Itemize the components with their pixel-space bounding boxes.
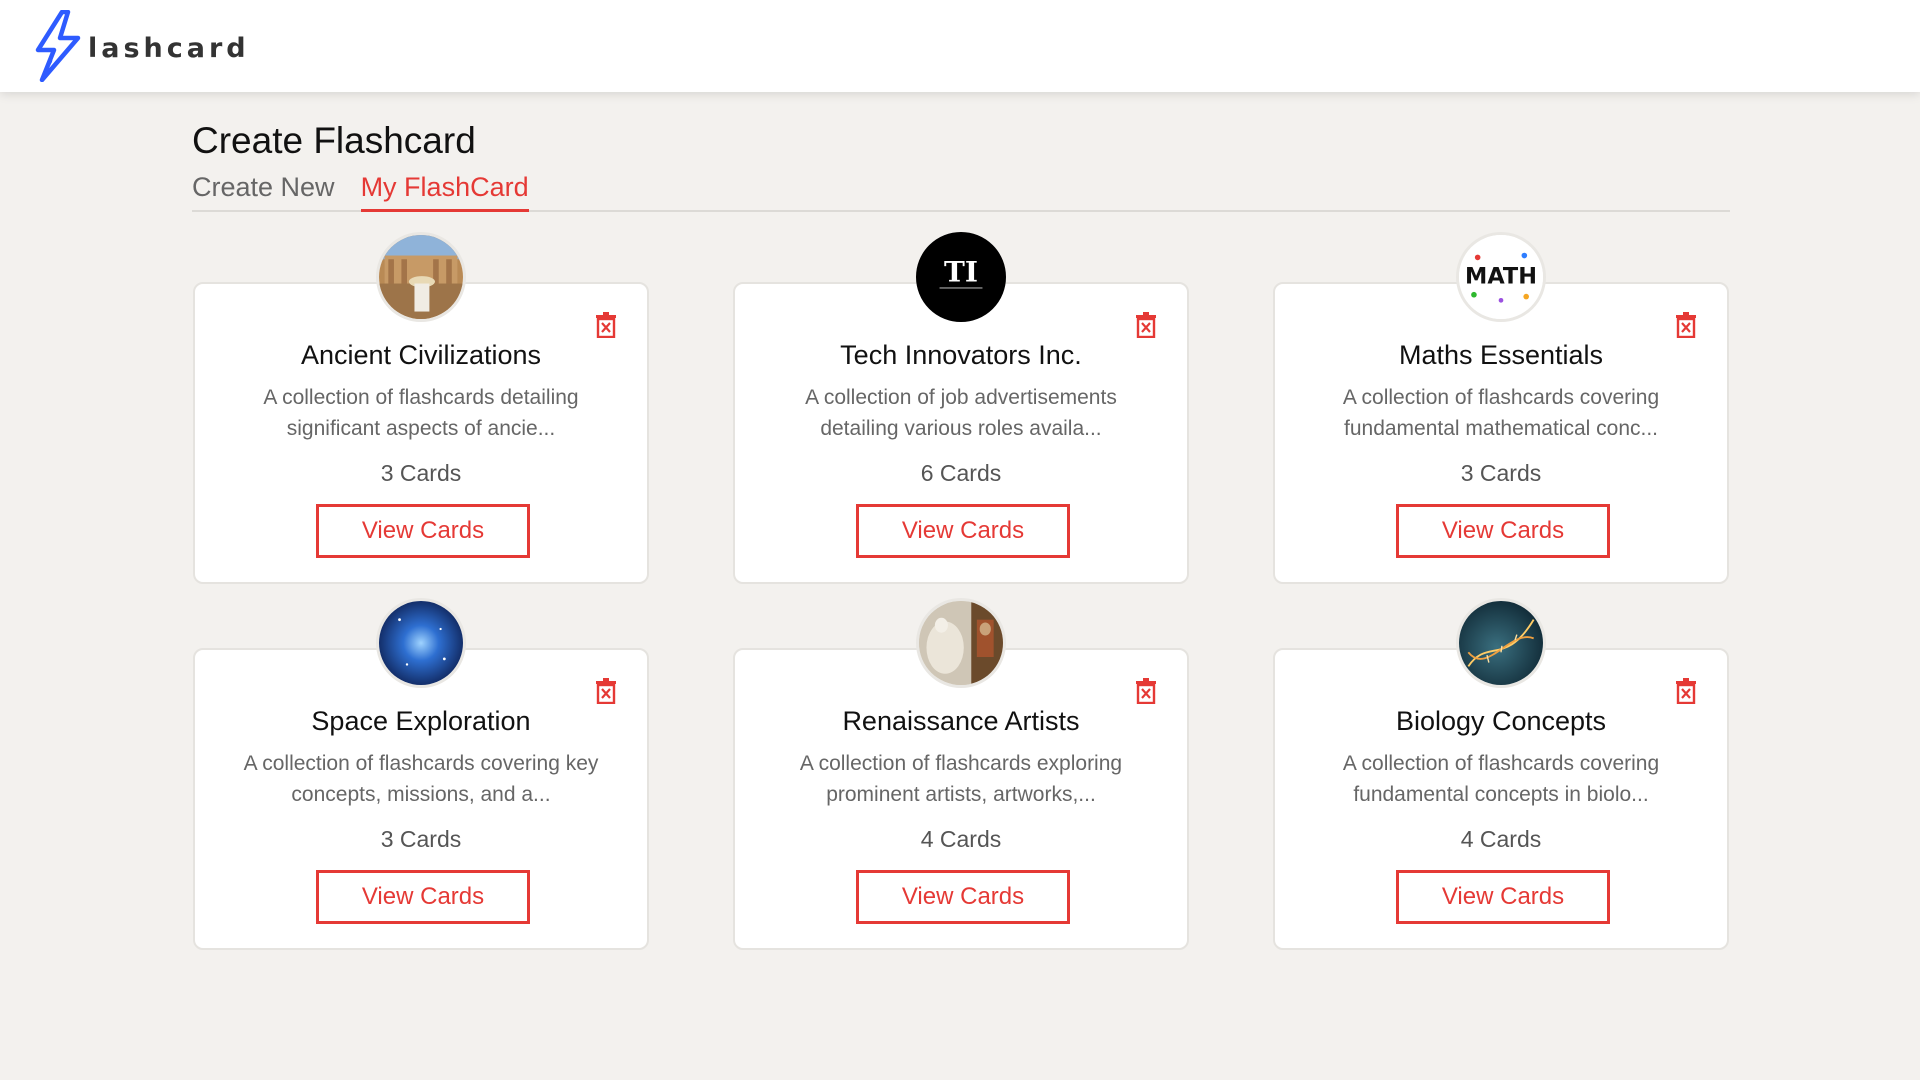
card-description: A collection of flashcards exploring pro…	[799, 752, 1123, 806]
flashcard-set-card: Renaissance Artists A collection of flas…	[733, 648, 1189, 950]
flashcard-set-card: Ancient Civilizations A collection of fl…	[193, 282, 649, 584]
card-title: Tech Innovators Inc.	[840, 340, 1082, 370]
svg-text:TI: TI	[944, 256, 978, 289]
card-title: Maths Essentials	[1398, 340, 1604, 370]
view-cards-button[interactable]: View Cards	[1396, 504, 1610, 558]
flashcard-set-card: Biology Concepts A collection of flashca…	[1273, 648, 1729, 950]
ti-logo-image: TI	[916, 232, 1006, 322]
galaxy-image	[376, 598, 466, 688]
ancient-ruins-image	[376, 232, 466, 322]
card-description: A collection of flashcards covering fund…	[1342, 752, 1660, 806]
svg-text:MATH: MATH	[1465, 264, 1537, 290]
card-description: A collection of flashcards covering key …	[243, 752, 599, 806]
view-cards-button[interactable]: View Cards	[856, 504, 1070, 558]
lightning-bolt-icon	[35, 10, 81, 82]
delete-icon[interactable]	[1135, 678, 1157, 704]
card-description: A collection of flashcards covering fund…	[1342, 386, 1660, 440]
logo[interactable]: lashcard	[32, 10, 250, 82]
card-title: Ancient Civilizations	[300, 340, 542, 370]
delete-icon[interactable]	[1675, 312, 1697, 338]
card-title: Biology Concepts	[1395, 706, 1607, 736]
delete-icon[interactable]	[1135, 312, 1157, 338]
view-cards-button[interactable]: View Cards	[1396, 870, 1610, 924]
card-count: 4 Cards	[920, 826, 1002, 852]
dna-helix-image	[1456, 598, 1546, 688]
card-description: A collection of job advertisements detai…	[805, 386, 1117, 440]
flashcard-set-card: Tech Innovators Inc. A collection of job…	[733, 282, 1189, 584]
card-count: 3 Cards	[380, 826, 462, 852]
delete-icon[interactable]	[595, 312, 617, 338]
delete-icon[interactable]	[1675, 678, 1697, 704]
logo-text: lashcard	[88, 32, 250, 64]
card-description: A collection of flashcards detailing sig…	[263, 386, 579, 440]
card-count: 4 Cards	[1460, 826, 1542, 852]
view-cards-button[interactable]: View Cards	[856, 870, 1070, 924]
view-cards-button[interactable]: View Cards	[316, 504, 530, 558]
card-title: Renaissance Artists	[842, 706, 1080, 736]
view-cards-button[interactable]: View Cards	[316, 870, 530, 924]
card-count: 6 Cards	[920, 460, 1002, 486]
page-title: Create Flashcard	[192, 120, 476, 161]
math-logo-image: MATH	[1456, 232, 1546, 322]
card-title: Space Exploration	[311, 706, 531, 736]
card-count: 3 Cards	[380, 460, 462, 486]
tab-bar: Create New My FlashCard	[192, 168, 1730, 212]
flashcard-set-card: Maths Essentials A collection of flashca…	[1273, 282, 1729, 584]
delete-icon[interactable]	[595, 678, 617, 704]
tab-my-flashcard[interactable]: My FlashCard	[360, 168, 529, 212]
navbar: lashcard	[0, 0, 1920, 92]
renaissance-art-image	[916, 598, 1006, 688]
card-count: 3 Cards	[1460, 460, 1542, 486]
tab-create-new[interactable]: Create New	[192, 168, 335, 212]
flashcard-set-card: Space Exploration A collection of flashc…	[193, 648, 649, 950]
